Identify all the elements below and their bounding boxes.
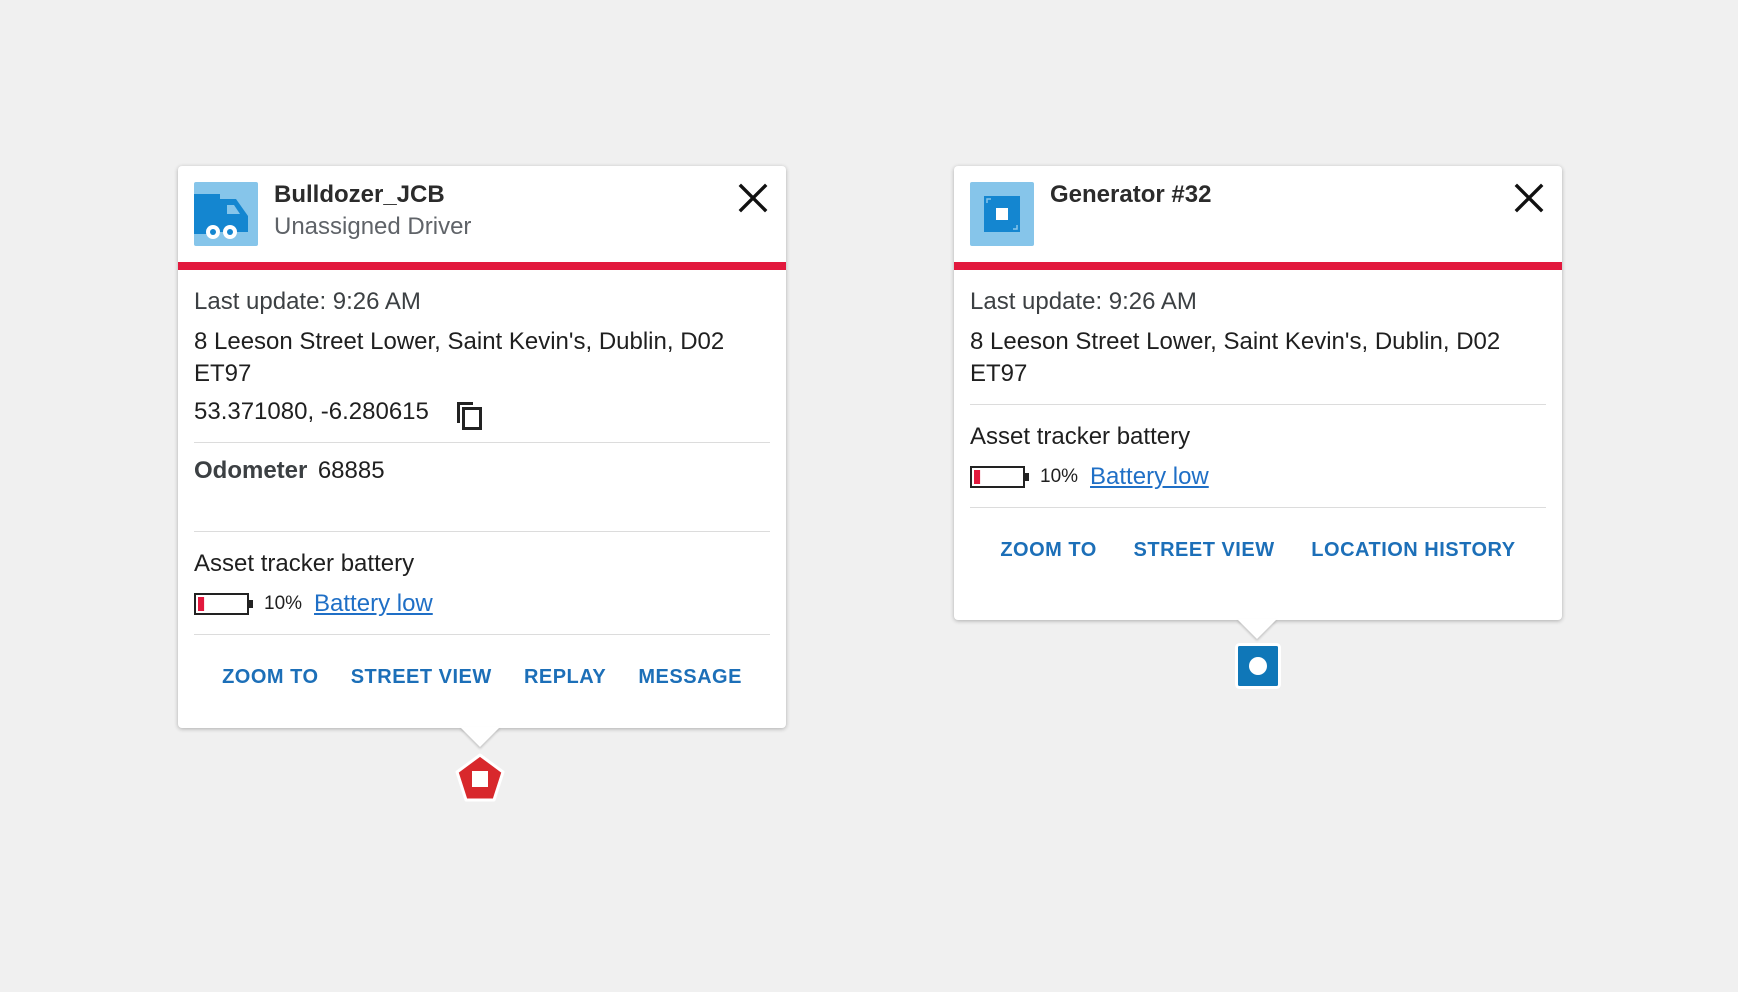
battery-fill <box>198 597 205 611</box>
address: 8 Leeson Street Lower, Saint Kevin's, Du… <box>970 328 1501 387</box>
battery-section: Asset tracker battery 10% Battery low <box>194 532 770 635</box>
popup-pointer <box>1237 619 1277 639</box>
battery-low-link[interactable]: Battery low <box>1090 463 1209 491</box>
battery-title: Asset tracker battery <box>970 423 1191 450</box>
battery-fill <box>974 470 981 484</box>
odometer-label: Odometer <box>194 457 308 484</box>
last-update: Last update: 9:26 AM <box>970 288 1197 315</box>
battery-title: Asset tracker battery <box>194 550 415 577</box>
popup-header: Generator #32 <box>954 166 1562 270</box>
battery-percent: 10% <box>1040 466 1079 487</box>
last-update: Last update: 9:26 AM <box>194 288 421 315</box>
message-button[interactable]: MESSAGE <box>638 666 742 689</box>
square-dot-marker-icon[interactable] <box>1235 643 1281 689</box>
action-bar: ZOOM TO STREET VIEW LOCATION HISTORY <box>970 508 1546 592</box>
location-section: Last update: 9:26 AM 8 Leeson Street Low… <box>970 270 1546 405</box>
popup-pointer <box>460 727 500 747</box>
action-bar: ZOOM TO STREET VIEW REPLAY MESSAGE <box>194 635 770 719</box>
odometer-section: Odometer 68885 <box>194 443 770 532</box>
popup-header: Bulldozer_JCB Unassigned Driver <box>178 166 786 270</box>
pentagon-stop-marker-icon[interactable] <box>454 752 506 804</box>
zoom-to-button[interactable]: ZOOM TO <box>222 666 318 689</box>
battery-section: Asset tracker battery 10% Battery low <box>970 405 1546 508</box>
location-section: Last update: 9:26 AM 8 Leeson Street Low… <box>194 270 770 443</box>
battery-row: 10% Battery low <box>194 588 770 620</box>
close-icon[interactable] <box>1512 181 1546 215</box>
close-icon[interactable] <box>736 181 770 215</box>
battery-low-link[interactable]: Battery low <box>314 590 433 618</box>
replay-button[interactable]: REPLAY <box>524 666 606 689</box>
asset-title: Generator #32 <box>1050 181 1212 208</box>
asset-popup-bulldozer: Bulldozer_JCB Unassigned Driver Last upd… <box>178 166 786 728</box>
driver-name: Unassigned Driver <box>274 213 472 240</box>
zoom-to-button[interactable]: ZOOM TO <box>1000 539 1096 562</box>
coordinates-row: 53.371080, -6.280615 <box>194 396 770 431</box>
generator-icon <box>970 182 1034 246</box>
battery-icon <box>194 592 254 616</box>
copy-icon[interactable] <box>453 399 485 431</box>
battery-icon <box>970 465 1030 489</box>
street-view-button[interactable]: STREET VIEW <box>351 666 492 689</box>
coordinates: 53.371080, -6.280615 <box>194 398 429 425</box>
address: 8 Leeson Street Lower, Saint Kevin's, Du… <box>194 328 725 387</box>
street-view-button[interactable]: STREET VIEW <box>1134 539 1275 562</box>
asset-title: Bulldozer_JCB <box>274 181 445 208</box>
location-history-button[interactable]: LOCATION HISTORY <box>1311 539 1515 562</box>
truck-icon <box>194 182 258 246</box>
battery-row: 10% Battery low <box>970 461 1546 493</box>
odometer-value: 68885 <box>317 457 385 484</box>
asset-popup-generator: Generator #32 Last update: 9:26 AM 8 Lee… <box>954 166 1562 620</box>
battery-percent: 10% <box>264 593 303 614</box>
